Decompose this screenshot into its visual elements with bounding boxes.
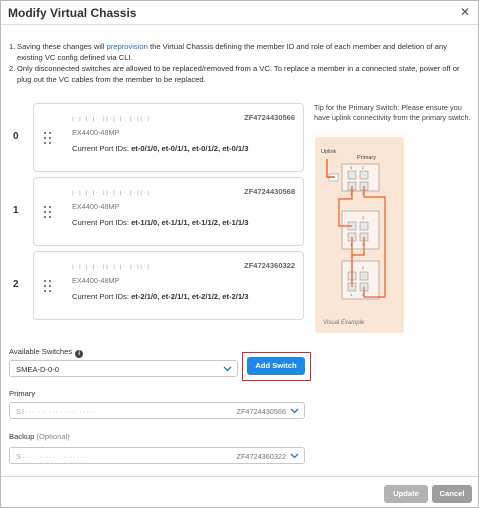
- member-id: 2: [13, 279, 19, 290]
- primary-label: Primary: [357, 155, 376, 161]
- available-switches-value: SMEA-D-0-0: [16, 365, 60, 374]
- backup-value: S··· ·· ··· ·· ·····: [16, 452, 88, 461]
- vc-member-2: 2 ꞁ·ꞁ ꞁ·ꞁ· ꞁꞁ·ꞁ ꞁ· ꞁ·ꞁꞁ·ꞁ ZF4724360322 E…: [9, 251, 305, 320]
- primary-value: Sl··· ·· ···· ··· ·····: [16, 407, 98, 416]
- optional-text: (Optional): [36, 432, 70, 441]
- primary-serial: ZF4724430566: [236, 407, 287, 416]
- vc-member-0: 0 ꞁ·ꞁ ꞁ·ꞁ· ꞁꞁ·ꞁ ꞁ· ꞁ·ꞁꞁ·ꞁ ZF4724430566 E…: [9, 103, 305, 172]
- visual-example-label: Visual Example: [323, 320, 365, 326]
- backup-select[interactable]: S··· ·· ··· ·· ····· ZF4724360322: [9, 447, 305, 464]
- note-2: 2. Only disconnected switches are allowe…: [9, 63, 469, 85]
- note-text: Only disconnected switches are allowed t…: [17, 64, 460, 84]
- close-icon[interactable]: ✕: [459, 5, 471, 19]
- ports-value: et-0/1/0, et-0/1/1, et-0/1/2, et-0/1/3: [131, 144, 249, 153]
- member-serial: ZF4724430566: [244, 113, 295, 122]
- note-number: 1.: [9, 42, 16, 51]
- member-serial: ZF4724430568: [244, 187, 295, 196]
- note-1: 1. Saving these changes will preprovisio…: [9, 41, 469, 63]
- add-switch-button[interactable]: Add Switch: [247, 357, 305, 375]
- drag-handle-icon[interactable]: [43, 132, 52, 144]
- preprovision-link[interactable]: preprovision: [107, 42, 148, 51]
- member-ports: Current Port IDs: et-2/1/0, et-2/1/1, et…: [72, 292, 248, 301]
- member-serial: ZF4724360322: [244, 261, 295, 270]
- vc-member-1: 1 ꞁ·ꞁ ꞁ·ꞁ· ꞁꞁ·ꞁ ꞁ· ꞁ·ꞁꞁ·ꞁ ZF4724430568 E…: [9, 177, 305, 246]
- ports-value: et-2/1/0, et-2/1/1, et-2/1/2, et-2/1/3: [131, 292, 249, 301]
- member-card[interactable]: ꞁ·ꞁ ꞁ·ꞁ· ꞁꞁ·ꞁ ꞁ· ꞁ·ꞁꞁ·ꞁ ZF4724360322 EX4…: [33, 251, 304, 320]
- port: [359, 170, 369, 180]
- backup-label: Backup (Optional): [9, 432, 70, 441]
- available-switches-label: Available Switches i: [9, 347, 84, 358]
- modify-virtual-chassis-dialog: Modify Virtual Chassis ✕ 1. Saving these…: [0, 0, 479, 508]
- available-switches-select[interactable]: SMEA-D-0-0: [9, 360, 238, 377]
- port: [347, 170, 357, 180]
- backup-serial: ZF4724360322: [236, 452, 287, 461]
- member-card[interactable]: ꞁ·ꞁ ꞁ·ꞁ· ꞁꞁ·ꞁ ꞁ· ꞁ·ꞁꞁ·ꞁ ZF4724430568 EX4…: [33, 177, 304, 246]
- note-text: Saving these changes will: [17, 42, 107, 51]
- update-button[interactable]: Update: [384, 485, 428, 503]
- member-card[interactable]: ꞁ·ꞁ ꞁ·ꞁ· ꞁꞁ·ꞁ ꞁ· ꞁ·ꞁꞁ·ꞁ ZF4724430566 EX4…: [33, 103, 304, 172]
- available-switches-text: Available Switches: [9, 347, 73, 356]
- member-name: ꞁ·ꞁ ꞁ·ꞁ· ꞁꞁ·ꞁ ꞁ· ꞁ·ꞁꞁ·ꞁ: [72, 263, 151, 270]
- drag-handle-icon[interactable]: [43, 206, 52, 218]
- vc-cabling-diagram: Uplink Primary 0 2 1 3 2 1 3 2 1 3: [321, 149, 386, 300]
- info-icon[interactable]: i: [75, 350, 84, 358]
- primary-switch-tip: Tip for the Primary Switch: Please ensur…: [314, 103, 471, 122]
- ports-value: et-1/1/0, et-1/1/1, et-1/1/2, et-1/1/3: [131, 218, 249, 227]
- drag-handle-icon[interactable]: [43, 280, 52, 292]
- ports-label: Current Port IDs:: [72, 144, 132, 153]
- ports-label: Current Port IDs:: [72, 218, 132, 227]
- visual-example-diagram: Uplink Primary 0 2 1 3 2 1 3 2 1 3 Visua…: [315, 137, 404, 333]
- info-notes: 1. Saving these changes will preprovisio…: [9, 41, 469, 85]
- port: [359, 221, 369, 231]
- chevron-down-icon: [290, 408, 299, 414]
- dialog-header: Modify Virtual Chassis ✕: [1, 1, 478, 25]
- chevron-down-icon: [290, 453, 299, 459]
- member-id: 0: [13, 131, 19, 142]
- member-name: ꞁ·ꞁ ꞁ·ꞁ· ꞁꞁ·ꞁ ꞁ· ꞁ·ꞁꞁ·ꞁ: [72, 189, 151, 196]
- add-switch-highlight: Add Switch: [242, 352, 311, 381]
- member-ports: Current Port IDs: et-1/1/0, et-1/1/1, et…: [72, 218, 248, 227]
- member-name: ꞁ·ꞁ ꞁ·ꞁ· ꞁꞁ·ꞁ ꞁ· ꞁ·ꞁꞁ·ꞁ: [72, 115, 151, 122]
- port: [359, 271, 369, 281]
- chevron-down-icon: [223, 366, 232, 372]
- cancel-button[interactable]: Cancel: [432, 485, 472, 503]
- member-model: EX4400-48MP: [72, 202, 120, 211]
- member-ports: Current Port IDs: et-0/1/0, et-0/1/1, et…: [72, 144, 248, 153]
- primary-label: Primary: [9, 389, 36, 398]
- member-model: EX4400-48MP: [72, 276, 120, 285]
- backup-text: Backup: [9, 432, 35, 441]
- note-number: 2.: [9, 64, 16, 73]
- primary-select[interactable]: Sl··· ·· ···· ··· ····· ZF4724430566: [9, 402, 305, 419]
- ports-label: Current Port IDs:: [72, 292, 132, 301]
- member-model: EX4400-48MP: [72, 128, 120, 137]
- uplink-label: Uplink: [321, 149, 337, 155]
- dialog-title: Modify Virtual Chassis: [8, 6, 137, 20]
- dialog-footer: Update Cancel: [1, 476, 478, 508]
- member-id: 1: [13, 205, 19, 216]
